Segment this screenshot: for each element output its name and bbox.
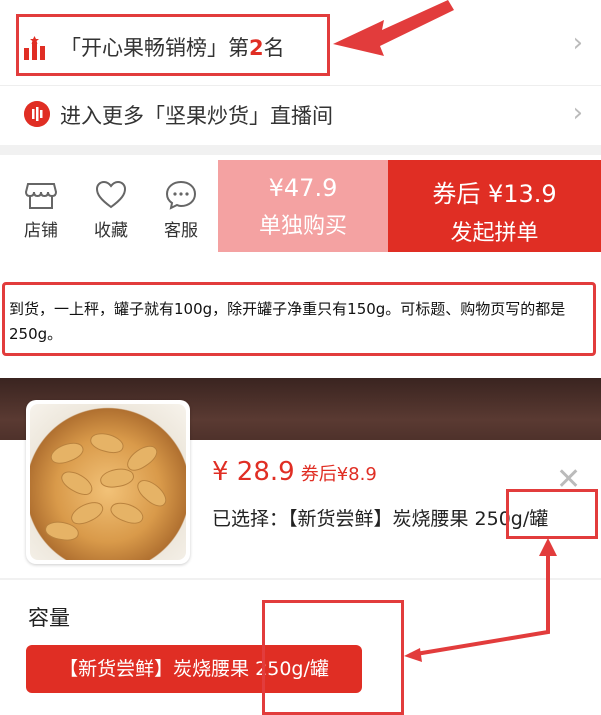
annotation-box-size bbox=[506, 489, 598, 539]
chat-icon bbox=[165, 180, 197, 210]
shop-button[interactable]: 店铺 bbox=[16, 180, 66, 241]
after-coupon-price: 券后¥8.9 bbox=[300, 464, 377, 485]
chevron-right-icon: › bbox=[572, 28, 583, 58]
buy-alone-label: 单独购买 bbox=[258, 214, 347, 239]
live-row[interactable]: 进入更多「坚果炒货」直播间 › bbox=[0, 85, 601, 145]
buy-alone-button[interactable]: ¥47.9 单独购买 bbox=[218, 160, 388, 252]
customer-service-button[interactable]: 客服 bbox=[156, 180, 206, 241]
section-divider bbox=[0, 145, 601, 155]
product-thumbnail bbox=[26, 400, 190, 564]
review-text-box: 到货，一上秤，罐子就有100g，除开罐子净重只有150g。可标题、购物页写的都是… bbox=[2, 282, 596, 356]
shop-icon bbox=[25, 183, 57, 209]
sku-divider bbox=[0, 578, 601, 580]
group-buy-button[interactable]: 券后 ¥13.9 发起拼单 bbox=[388, 160, 601, 252]
favorite-button[interactable]: 收藏 bbox=[86, 180, 136, 241]
annotation-box-rank bbox=[16, 14, 330, 76]
capacity-label: 容量 bbox=[28, 606, 70, 630]
annotation-box-option bbox=[262, 600, 404, 715]
shop-label: 店铺 bbox=[24, 221, 58, 241]
live-stream-icon bbox=[24, 101, 50, 127]
buy-alone-price: ¥47.9 bbox=[268, 174, 338, 202]
live-text: 进入更多「坚果炒货」直播间 bbox=[60, 104, 333, 128]
group-buy-price: 券后 ¥13.9 bbox=[432, 180, 557, 208]
group-buy-label: 发起拼单 bbox=[450, 221, 539, 246]
favorite-label: 收藏 bbox=[94, 221, 128, 241]
review-text: 到货，一上秤，罐子就有100g，除开罐子净重只有150g。可标题、购物页写的都是… bbox=[9, 300, 566, 343]
chevron-right-icon: › bbox=[572, 98, 583, 128]
customer-service-label: 客服 bbox=[164, 221, 198, 241]
heart-icon bbox=[95, 180, 127, 209]
sku-price: ¥ 28.9 券后¥8.9 bbox=[212, 457, 377, 487]
